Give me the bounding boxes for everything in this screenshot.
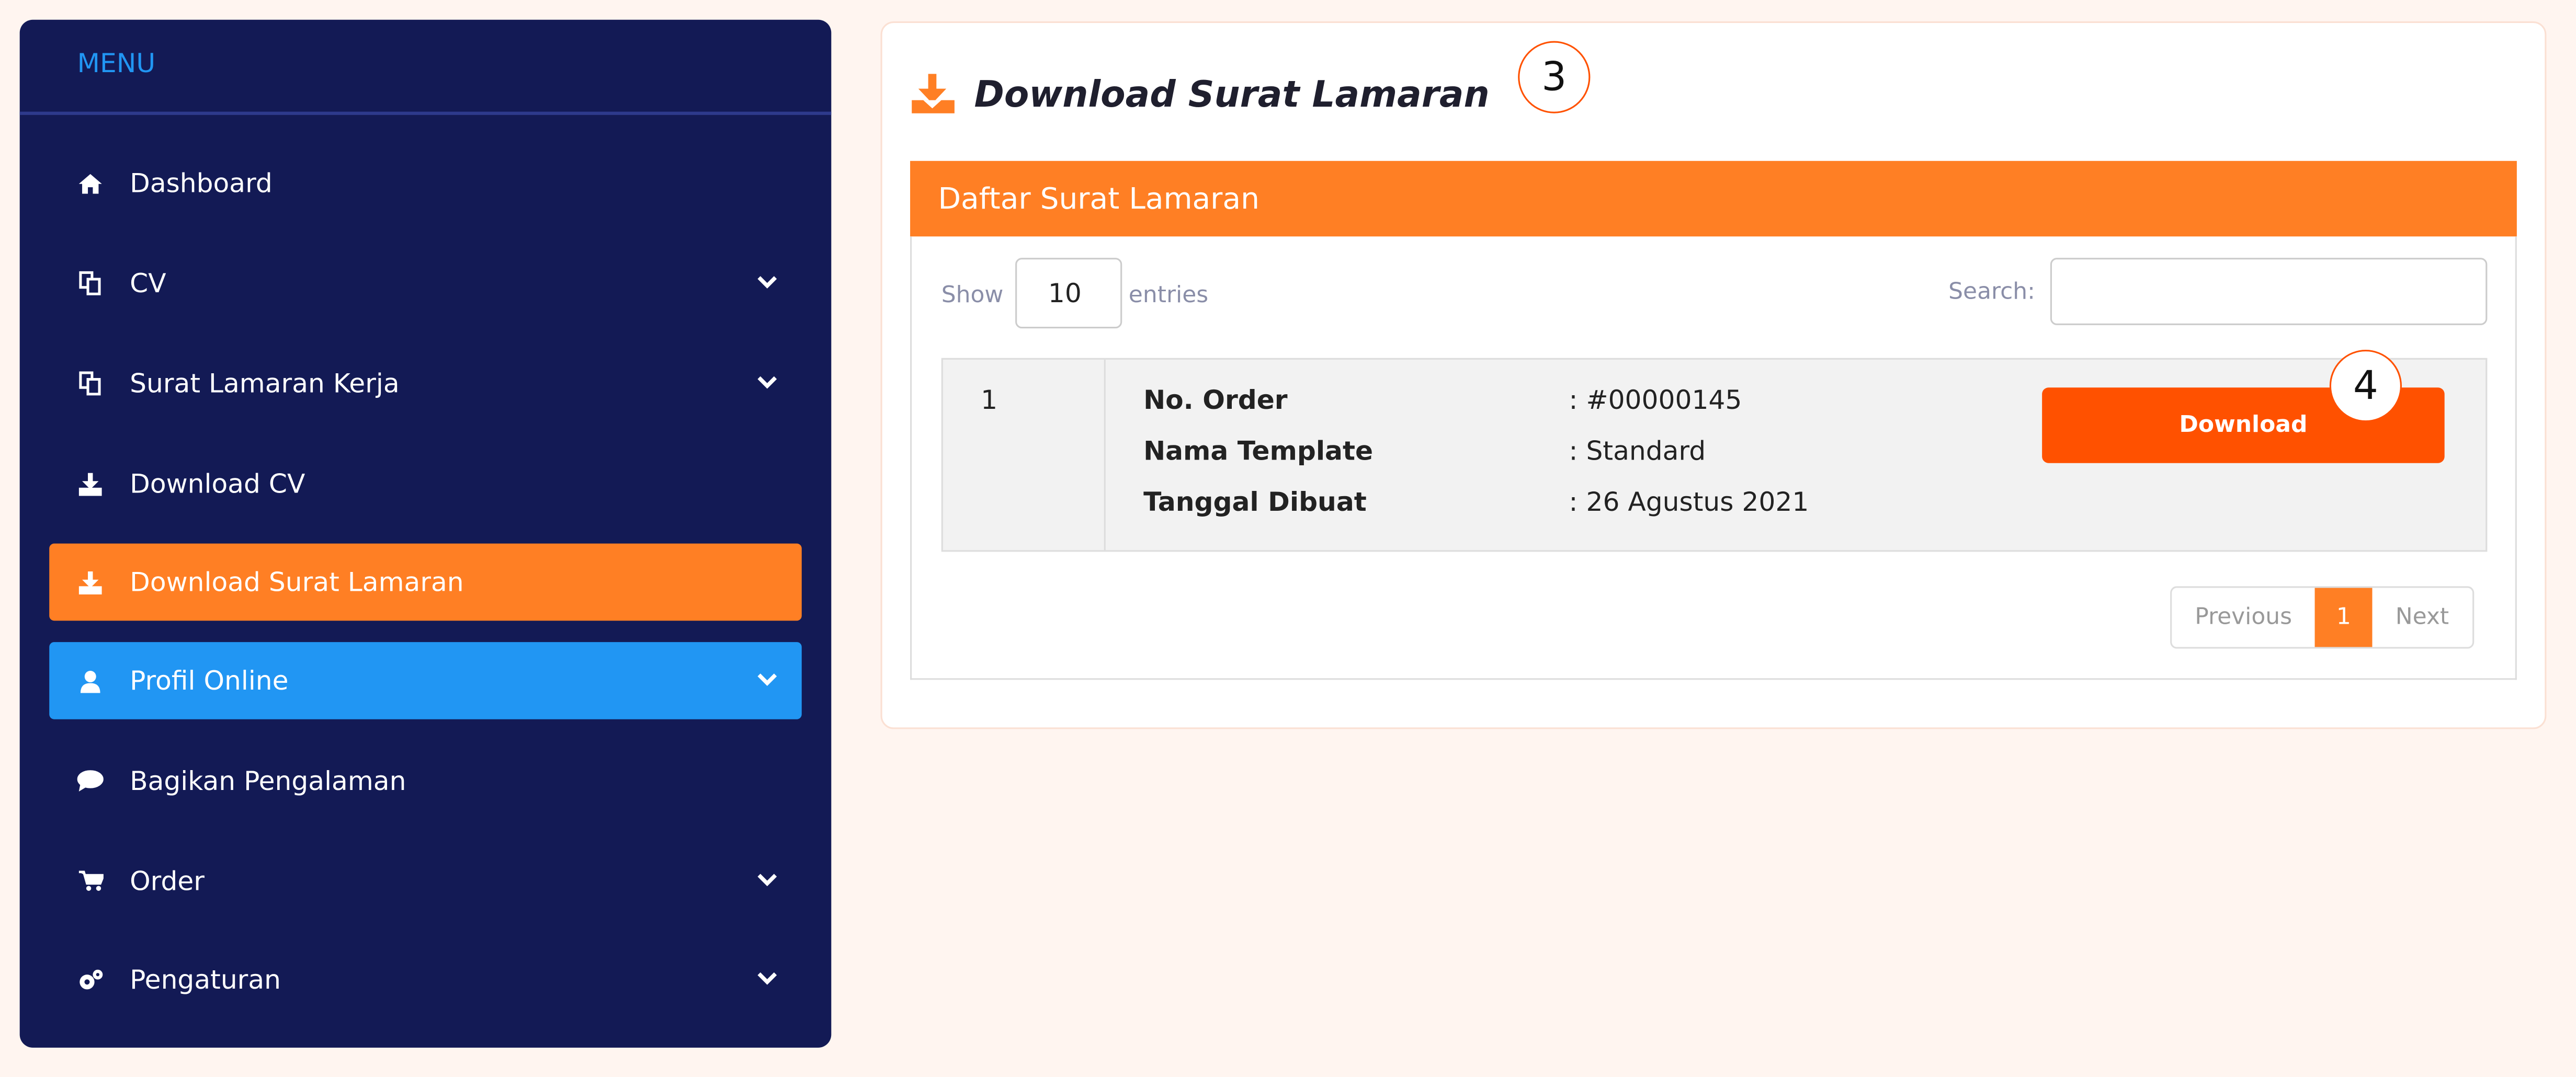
field-value: : 26 Agustus 2021	[1569, 486, 1809, 518]
chevron-down-icon	[757, 874, 777, 887]
sidebar-item-pengaturan[interactable]: Pengaturan	[49, 941, 802, 1018]
previous-button[interactable]: Previous	[2172, 588, 2315, 647]
field-value: : #00000145	[1569, 384, 1742, 416]
download-icon	[77, 570, 104, 594]
download-icon	[912, 74, 955, 113]
page-title: Download Surat Lamaran	[974, 75, 1490, 117]
download-icon	[77, 472, 104, 495]
sidebar: MENU Dashboard CV Surat Lamaran Kerja Downl…	[19, 19, 832, 1048]
panel-header: Daftar Surat Lamaran	[910, 161, 2517, 237]
sidebar-item-dashboard[interactable]: Dashboard	[49, 144, 802, 222]
sidebar-item-surat-lamaran-kerja[interactable]: Surat Lamaran Kerja	[49, 345, 802, 422]
row-number: 1	[981, 384, 998, 416]
pagination: Previous 1 Next	[2170, 586, 2474, 649]
divider	[19, 111, 832, 115]
sidebar-item-download-surat-lamaran[interactable]: Download Surat Lamaran	[49, 543, 802, 621]
copy-icon	[77, 371, 104, 396]
sidebar-item-profil-online[interactable]: Profil Online	[49, 642, 802, 719]
menu-title: MENU	[77, 48, 156, 79]
sidebar-item-bagikan-pengalaman[interactable]: Bagikan Pengalaman	[49, 742, 802, 820]
search-label: Search:	[1948, 279, 2036, 306]
page-1-button[interactable]: 1	[2315, 588, 2373, 647]
show-label: Show	[941, 282, 1004, 309]
sidebar-item-label: Surat Lamaran Kerja	[130, 368, 400, 399]
sidebar-item-label: Order	[130, 865, 205, 897]
panel-body: Show 10 entries Search: 1 No. Order : #0…	[910, 236, 2517, 680]
next-button[interactable]: Next	[2373, 588, 2472, 647]
gears-icon	[77, 968, 104, 991]
sidebar-item-download-cv[interactable]: Download CV	[49, 445, 802, 522]
entries-select[interactable]: 10	[1015, 258, 1122, 329]
sidebar-item-label: Bagikan Pengalaman	[130, 765, 406, 797]
sidebar-item-label: CV	[130, 267, 166, 299]
sidebar-item-label: Dashboard	[130, 167, 273, 199]
home-icon	[77, 173, 104, 193]
sidebar-item-order[interactable]: Order	[49, 842, 802, 920]
chevron-down-icon	[757, 376, 777, 389]
field-value: : Standard	[1569, 435, 1706, 467]
sidebar-item-label: Profil Online	[130, 665, 289, 696]
table-row: 1 No. Order : #00000145 Nama Template : …	[941, 350, 2488, 552]
search-input[interactable]	[2050, 258, 2488, 325]
field-label: No. Order	[1143, 384, 1288, 416]
chevron-down-icon	[757, 972, 777, 985]
sidebar-item-label: Download CV	[130, 468, 305, 499]
cart-icon	[77, 870, 104, 892]
field-label: Nama Template	[1143, 435, 1374, 467]
main-card: Download Surat Lamaran 3 Daftar Surat La…	[880, 21, 2547, 729]
step-badge: 3	[1518, 41, 1591, 113]
divider	[1104, 359, 1106, 551]
user-icon	[77, 669, 104, 692]
comment-icon	[77, 770, 104, 792]
copy-icon	[77, 271, 104, 295]
chevron-down-icon	[757, 673, 777, 686]
field-label: Tanggal Dibuat	[1143, 486, 1367, 518]
sidebar-item-label: Download Surat Lamaran	[130, 566, 464, 598]
sidebar-item-cv[interactable]: CV	[49, 245, 802, 322]
entries-label: entries	[1128, 282, 1209, 309]
sidebar-item-label: Pengaturan	[130, 964, 281, 995]
step-badge: 4	[2329, 350, 2402, 422]
chevron-down-icon	[757, 276, 777, 289]
